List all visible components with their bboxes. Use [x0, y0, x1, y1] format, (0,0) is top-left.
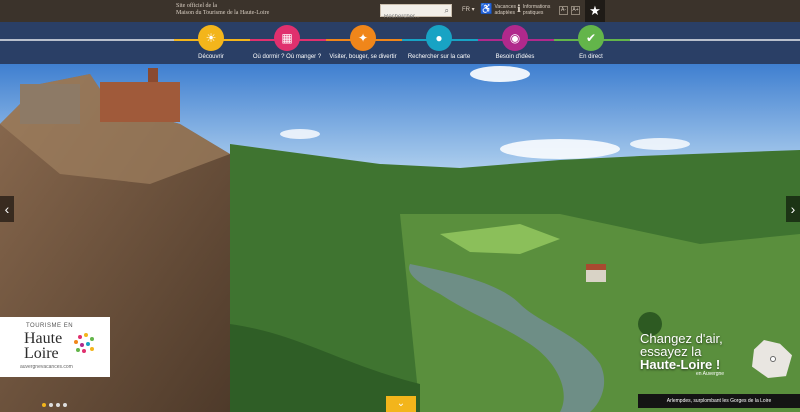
sun-icon: ☀ — [198, 25, 224, 51]
tourisme-haute-loire-logo[interactable]: TOURISME EN Haute Loire auvergnevacances… — [0, 317, 110, 377]
walker-icon: ✦ — [350, 25, 376, 51]
nav-label: Rechercher sur la carte — [407, 54, 471, 60]
official-site-text: Site officiel de la Maison du Tourisme d… — [176, 3, 270, 16]
chevron-down-icon: ⌄ — [396, 398, 406, 409]
map-pin-icon: ● — [426, 25, 452, 51]
search-input[interactable] — [381, 11, 437, 23]
language-selector[interactable]: FR ▾ — [462, 6, 475, 13]
bed-icon: ▦ — [274, 25, 300, 51]
next-slide-button[interactable]: › — [786, 196, 800, 222]
font-decrease-button[interactable]: A- — [559, 6, 568, 15]
star-icon: ★ — [589, 3, 601, 18]
chevron-right-icon: › — [790, 201, 796, 217]
search-icon[interactable]: ⌕ — [445, 6, 449, 16]
scroll-down-button[interactable]: ⌄ — [386, 396, 416, 412]
nav-item-carte[interactable]: ● Rechercher sur la carte — [396, 25, 482, 60]
info-icon: ℹ — [517, 4, 521, 15]
nav-item-idees[interactable]: ◉ Besoin d'idées — [472, 25, 558, 60]
top-bar: Site officiel de la Maison du Tourisme d… — [0, 0, 800, 23]
nav-item-en-direct[interactable]: ✔ En direct — [548, 25, 634, 60]
favorites-button[interactable]: ★ — [585, 0, 605, 22]
previous-slide-button[interactable]: ‹ — [0, 196, 14, 222]
search-box[interactable]: ⌕ — [380, 4, 452, 23]
main-navigation: ☀ Découvrir ▦ Où dormir ? Où manger ? ✦ … — [0, 22, 800, 64]
slide-dot[interactable] — [56, 403, 60, 407]
vacances-adaptees-link[interactable]: ♿ Vacances adaptées — [480, 4, 516, 16]
hero-slideshow: ‹ › TOURISME EN Haute Loire auvergnevaca… — [0, 64, 800, 412]
font-increase-button[interactable]: A+ — [571, 6, 580, 15]
nav-item-visiter[interactable]: ✦ Visiter, bouger, se divertir — [320, 25, 406, 60]
thumbs-up-icon: ✔ — [578, 25, 604, 51]
slide-dot[interactable] — [63, 403, 67, 407]
location-pin-icon — [770, 356, 776, 362]
nav-item-dormir-manger[interactable]: ▦ Où dormir ? Où manger ? — [244, 25, 330, 60]
slide-indicators — [42, 403, 67, 407]
photo-caption: Arlempdes, surplombant les Gorges de la … — [638, 394, 800, 408]
nav-label: Découvrir — [198, 54, 224, 60]
slide-dot[interactable] — [49, 403, 53, 407]
nav-item-decouvrir[interactable]: ☀ Découvrir — [168, 25, 254, 60]
nav-label: Besoin d'idées — [495, 54, 535, 60]
accessibility-icon: ♿ — [480, 4, 493, 15]
chevron-left-icon: ‹ — [4, 201, 10, 217]
nav-label: Où dormir ? Où manger ? — [252, 54, 322, 60]
nav-label: Visiter, bouger, se divertir — [329, 54, 397, 60]
nav-label: En direct — [579, 54, 603, 60]
slide-dot[interactable] — [42, 403, 46, 407]
informations-pratiques-link[interactable]: ℹ Informations pratiques — [517, 4, 550, 16]
lightbulb-icon: ◉ — [502, 25, 528, 51]
